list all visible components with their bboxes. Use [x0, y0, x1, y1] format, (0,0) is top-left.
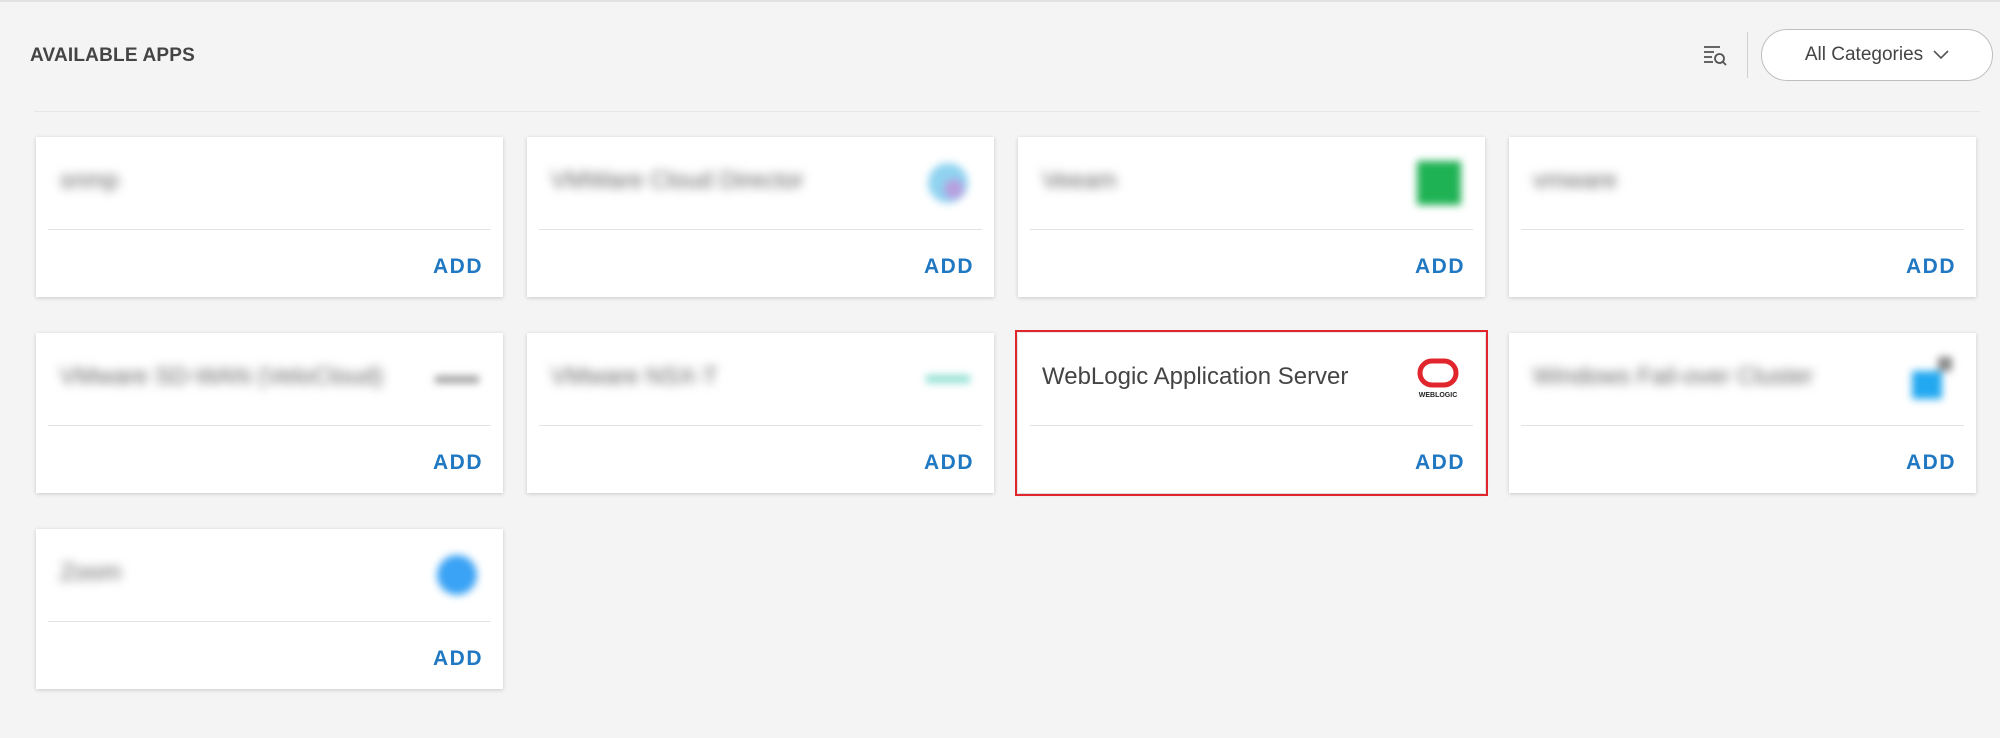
velocloud-icon: [431, 353, 483, 405]
add-app-button[interactable]: ADD: [433, 255, 483, 279]
section-divider: [34, 111, 1980, 112]
app-card-name: snmp: [60, 167, 119, 194]
app-card: Veeam ADD: [1018, 137, 1485, 297]
card-divider: [1030, 229, 1473, 230]
card-divider: [1521, 229, 1964, 230]
app-card-name: Zoom: [60, 559, 122, 586]
app-card-name: WebLogic Application Server: [1042, 363, 1349, 390]
app-card-name: VMWare Cloud Director: [551, 167, 804, 194]
top-border: [0, 0, 2000, 2]
category-select[interactable]: All Categories: [1761, 29, 1993, 81]
app-card-name: VMware NSX-T: [551, 363, 718, 390]
add-app-button[interactable]: ADD: [433, 451, 483, 475]
app-card-name: vmware: [1533, 167, 1618, 194]
app-card: VMware SD-WAN (VeloCloud) ADD: [36, 333, 503, 493]
add-app-button[interactable]: ADD: [1906, 451, 1956, 475]
add-app-button[interactable]: ADD: [1415, 451, 1465, 475]
add-app-button[interactable]: ADD: [1415, 255, 1465, 279]
chevron-down-icon: [1933, 50, 1949, 60]
zoom-icon: [431, 549, 483, 601]
add-app-button[interactable]: ADD: [924, 255, 974, 279]
vmware-cloud-director-icon: [922, 157, 974, 209]
app-card: snmp ADD: [36, 137, 503, 297]
card-divider: [48, 425, 491, 426]
app-card: Zoom ADD: [36, 529, 503, 689]
card-divider: [48, 229, 491, 230]
card-divider: [539, 229, 982, 230]
add-app-button[interactable]: ADD: [433, 647, 483, 671]
app-card-selected[interactable]: WebLogic Application Server WEBLOGIC ADD: [1015, 330, 1488, 496]
app-card: VMware NSX-T ADD: [527, 333, 994, 493]
veeam-icon: [1413, 157, 1465, 209]
apps-grid: snmp ADD VMWare Cloud Director ADD Veeam…: [36, 137, 1976, 689]
card-divider: [1030, 425, 1473, 426]
app-card-name: Veeam: [1042, 167, 1117, 194]
svg-text:WEBLOGIC: WEBLOGIC: [1419, 392, 1458, 399]
filter-search-icon[interactable]: [1702, 42, 1728, 68]
header-divider: [1747, 32, 1748, 78]
card-divider: [539, 425, 982, 426]
app-card-name: VMware SD-WAN (VeloCloud): [60, 363, 384, 390]
nsx-icon: [922, 353, 974, 405]
category-select-value: All Categories: [1804, 44, 1924, 65]
weblogic-icon: WEBLOGIC: [1417, 357, 1459, 401]
windows-icon: [1904, 353, 1956, 405]
page-title: AVAILABLE APPS: [30, 45, 196, 66]
add-app-button[interactable]: ADD: [924, 451, 974, 475]
app-card: vmware ADD: [1509, 137, 1976, 297]
add-app-button[interactable]: ADD: [1906, 255, 1956, 279]
app-card: Windows Fail-over Cluster ADD: [1509, 333, 1976, 493]
card-divider: [48, 621, 491, 622]
app-card-name: Windows Fail-over Cluster: [1533, 363, 1814, 390]
app-card: VMWare Cloud Director ADD: [527, 137, 994, 297]
card-divider: [1521, 425, 1964, 426]
